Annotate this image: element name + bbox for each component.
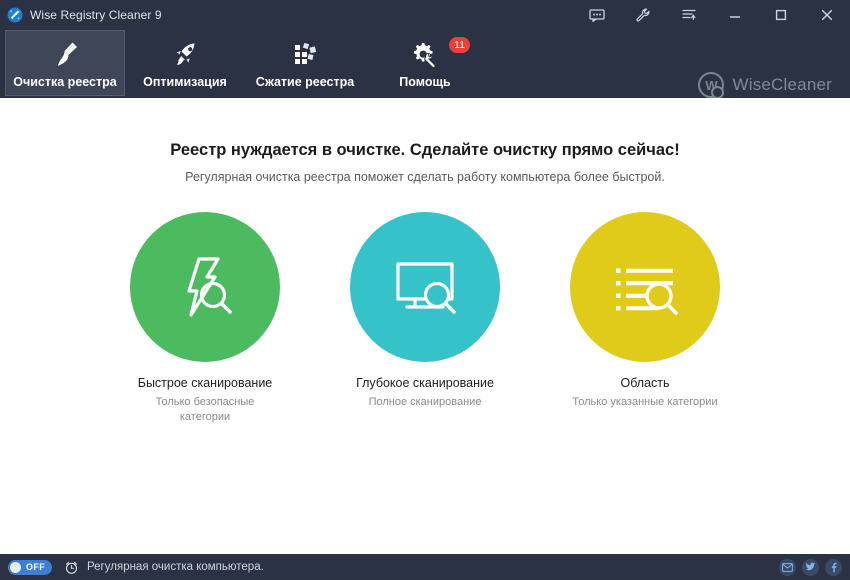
nav-tabs: Очистка реестра Оптимизация Сжатие реест… <box>0 30 485 96</box>
toggle-knob <box>10 561 21 573</box>
brush-icon <box>45 37 85 73</box>
wisecleaner-wordmark: WiseCleaner <box>732 75 832 94</box>
quick-scan-circle[interactable] <box>130 212 280 362</box>
option-title: Область <box>620 376 670 390</box>
feedback-icon[interactable] <box>574 0 620 30</box>
page-subheadline: Регулярная очистка реестра поможет сдела… <box>185 170 665 184</box>
list-search-icon <box>616 268 678 315</box>
lightning-search-icon <box>187 257 232 317</box>
main-content: Реестр нуждается в очистке. Сделайте очи… <box>0 98 850 554</box>
option-subtitle: Только безопасные категории <box>155 396 255 423</box>
deep-scan-circle[interactable] <box>350 212 500 362</box>
tab-optimization[interactable]: Оптимизация <box>125 30 245 96</box>
tab-label: Сжатие реестра <box>255 75 355 89</box>
tab-label: Оптимизация <box>143 75 227 89</box>
rocket-icon <box>165 37 205 73</box>
facebook-icon[interactable] <box>825 558 842 576</box>
option-title: Глубокое сканирование <box>356 376 494 390</box>
help-badge: 11 <box>449 37 470 53</box>
wisecleaner-logo: W WiseCleaner <box>698 72 832 99</box>
title-bar: Wise Registry Cleaner 9 <box>0 0 850 30</box>
monitor-search-icon <box>396 262 456 314</box>
wisecleaner-mark: W <box>698 72 725 99</box>
scan-options: Быстрое сканирование Только безопасные к… <box>0 212 850 425</box>
app-window: Wise Registry Cleaner 9 Очистка реестра … <box>0 0 850 580</box>
twitter-icon[interactable] <box>802 558 819 576</box>
menu-icon[interactable] <box>666 0 712 30</box>
gear-wrench-icon <box>405 37 445 73</box>
page-headline: Реестр нуждается в очистке. Сделайте очи… <box>170 141 680 159</box>
option-subtitle: Только указанные категории <box>572 396 718 408</box>
tab-help[interactable]: Помощь 11 <box>365 30 485 96</box>
app-brush-icon <box>7 7 23 23</box>
tab-label: Помощь <box>399 75 451 89</box>
option-quick-scan[interactable]: Быстрое сканирование Только безопасные к… <box>130 212 280 425</box>
option-deep-scan[interactable]: Глубокое сканирование Полное сканировани… <box>350 212 500 425</box>
alarm-clock-icon <box>64 560 79 575</box>
toggle-state-label: OFF <box>26 562 46 572</box>
tab-registry-defrag[interactable]: Сжатие реестра <box>245 30 365 96</box>
email-icon[interactable] <box>779 558 796 576</box>
tab-registry-cleaner[interactable]: Очистка реестра <box>5 30 125 96</box>
status-message: Регулярная очистка компьютера. <box>87 561 264 573</box>
close-icon[interactable] <box>804 0 850 30</box>
area-scan-circle[interactable] <box>570 212 720 362</box>
maximize-icon[interactable] <box>758 0 804 30</box>
status-bar: OFF Регулярная очистка компьютера. <box>0 554 850 580</box>
squares-icon <box>285 37 325 73</box>
minimize-icon[interactable] <box>712 0 758 30</box>
option-title: Быстрое сканирование <box>137 376 273 390</box>
window-title: Wise Registry Cleaner 9 <box>30 8 162 22</box>
option-subtitle: Полное сканирование <box>368 396 482 408</box>
option-area-scan[interactable]: Область Только указанные категории <box>570 212 720 425</box>
nav-bar: Очистка реестра Оптимизация Сжатие реест… <box>0 30 850 99</box>
tab-label: Очистка реестра <box>13 75 117 89</box>
schedule-toggle[interactable]: OFF <box>8 559 52 575</box>
wrench-icon[interactable] <box>620 0 666 30</box>
